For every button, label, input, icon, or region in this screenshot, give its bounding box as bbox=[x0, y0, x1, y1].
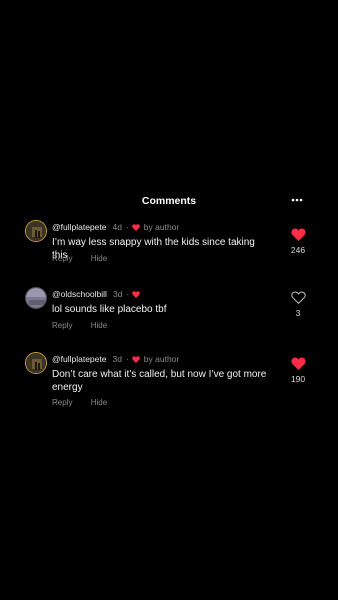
like-button[interactable]: 3 bbox=[286, 291, 310, 318]
meta-separator: · bbox=[125, 354, 129, 364]
comment-meta: @fullplatepete 4d · by author bbox=[52, 222, 179, 232]
author-badge: by author bbox=[143, 222, 180, 232]
like-button[interactable]: 246 bbox=[286, 228, 310, 255]
hide-button[interactable]: Hide bbox=[91, 254, 107, 263]
comment-age: 4d bbox=[112, 222, 122, 232]
comment-actions: Reply Hide bbox=[52, 398, 107, 407]
meta-separator: · bbox=[126, 289, 130, 299]
like-count: 246 bbox=[290, 245, 306, 255]
reply-button[interactable]: Reply bbox=[52, 321, 72, 330]
author-liked-heart-icon bbox=[132, 290, 141, 298]
like-button[interactable]: 190 bbox=[286, 357, 310, 384]
comment-username[interactable]: @fullplatepete bbox=[52, 222, 106, 232]
comment-meta: @fullplatepete 3d · by author bbox=[52, 354, 179, 364]
heart-filled-icon bbox=[290, 228, 306, 241]
hide-button[interactable]: Hide bbox=[91, 398, 107, 407]
like-count: 3 bbox=[295, 308, 301, 318]
header-title: Comments bbox=[141, 195, 197, 207]
heart-outline-icon bbox=[290, 291, 306, 304]
like-count: 190 bbox=[290, 374, 306, 384]
comment-age: 3d bbox=[112, 354, 122, 364]
comment-username[interactable]: @oldschoolbill bbox=[52, 289, 107, 299]
comment-actions: Reply Hide bbox=[52, 321, 107, 330]
comment-item: @oldschoolbill 3d · lol sounds like plac… bbox=[0, 287, 338, 337]
hide-button[interactable]: Hide bbox=[91, 321, 107, 330]
meta-separator: · bbox=[125, 222, 129, 232]
comments-header: Comments bbox=[0, 193, 338, 211]
author-liked-heart-icon bbox=[131, 223, 140, 231]
heart-filled-icon bbox=[290, 357, 306, 370]
avatar[interactable] bbox=[25, 352, 47, 374]
comment-age: 3d bbox=[112, 289, 123, 299]
author-badge: by author bbox=[143, 354, 180, 364]
more-options-button[interactable] bbox=[290, 193, 304, 207]
author-liked-heart-icon bbox=[131, 355, 140, 363]
avatar[interactable] bbox=[25, 287, 47, 309]
comment-item: @fullplatepete 4d · by author I’m way le… bbox=[0, 220, 338, 270]
comment-actions: Reply Hide bbox=[52, 254, 107, 263]
avatar[interactable] bbox=[25, 220, 47, 242]
comment-username[interactable]: @fullplatepete bbox=[52, 354, 106, 364]
comments-screen: Comments @fullplatepete 4d · by author I… bbox=[0, 0, 338, 600]
comment-text: Don’t care what it’s called, but now I’v… bbox=[52, 369, 267, 393]
comment-item: @fullplatepete 3d · by author Don’t care… bbox=[0, 352, 338, 412]
reply-button[interactable]: Reply bbox=[52, 398, 72, 407]
comment-meta: @oldschoolbill 3d · bbox=[52, 289, 144, 299]
reply-button[interactable]: Reply bbox=[52, 254, 72, 263]
more-horizontal-icon bbox=[291, 198, 303, 202]
comment-text: lol sounds like placebo tbf bbox=[52, 304, 167, 315]
